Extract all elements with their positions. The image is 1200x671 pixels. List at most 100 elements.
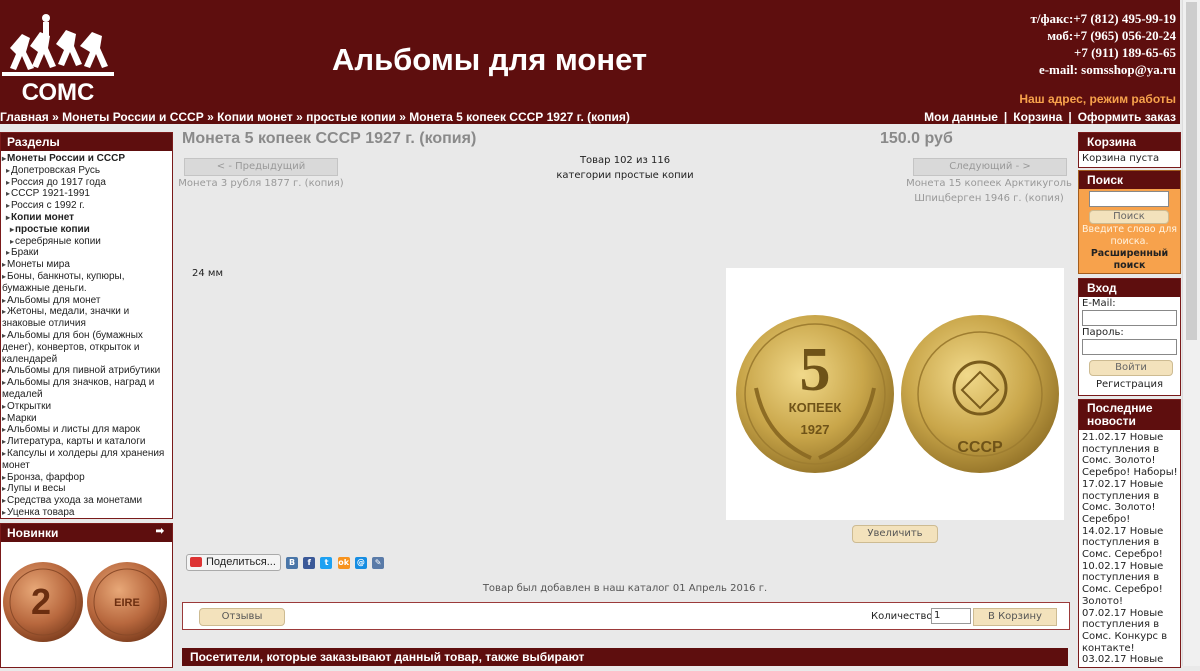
news-item[interactable]: 10.02.17 Новые поступления в Сомс. Сереб… (1082, 561, 1178, 608)
checkout-link[interactable]: Оформить заказ (1078, 110, 1176, 124)
coin-size: 24 мм (192, 268, 223, 279)
svg-text:EIRE: EIRE (114, 597, 140, 609)
contact-info: т/факс:+7 (812) 495-99-19 моб:+7 (965) 0… (1031, 10, 1176, 78)
search-title: Поиск (1079, 171, 1180, 189)
share-button[interactable]: Поделиться... (186, 554, 281, 571)
next-product-caption[interactable]: Монета 15 копеек Арктикуголь Шпицберген … (904, 176, 1074, 206)
breadcrumb-coins-russia[interactable]: Монеты России и СССР (62, 110, 204, 124)
address-link[interactable]: Наш адрес, режим работы (1019, 92, 1176, 106)
breadcrumb-home[interactable]: Главная (0, 110, 49, 124)
search-button[interactable]: Поиск (1089, 210, 1169, 224)
category-item[interactable]: Бронза, фарфор (2, 472, 172, 484)
counter-line: Товар 102 из 116 (579, 155, 671, 166)
news-item[interactable]: 21.02.17 Новые поступления в Сомс. Золот… (1082, 432, 1178, 479)
news-item[interactable]: 07.02.17 Новые поступления в Сомс. Конку… (1082, 608, 1178, 655)
vk-icon[interactable]: В (286, 556, 299, 569)
category-item[interactable]: СССР 1921-1991 (2, 188, 172, 200)
mailru-icon[interactable]: @ (354, 556, 367, 569)
category-item[interactable]: Средства ухода за монетами (2, 495, 172, 507)
news-list: 21.02.17 Новые поступления в Сомс. Золот… (1079, 430, 1180, 667)
category-item[interactable]: Альбомы для бон (бумажных денег), конвер… (2, 330, 172, 365)
product-photo[interactable]: 5 КОПЕЕК 1927 СССР (726, 268, 1064, 520)
previous-button[interactable]: < - Предыдущий (184, 158, 338, 176)
cart-box: Корзина Корзина пуста (1078, 132, 1181, 168)
svg-text:СОМС: СОМС (22, 79, 95, 104)
breadcrumb-current[interactable]: Монета 5 копеек СССР 1927 г. (копия) (409, 110, 630, 124)
quantity-input[interactable]: 1 (931, 608, 971, 624)
product-main: Монета 5 копеек СССР 1927 г. (копия) 150… (178, 130, 1072, 666)
reviews-button[interactable]: Отзывы (199, 608, 285, 626)
share-icon (190, 557, 202, 568)
email-field[interactable] (1082, 310, 1177, 326)
enlarge-button[interactable]: Увеличить (852, 525, 938, 543)
category-item[interactable]: Допетровская Русь (2, 165, 172, 177)
product-counter: Товар 102 из 116 категории простые копии (510, 153, 740, 183)
cart-link[interactable]: Корзина (1013, 110, 1062, 124)
facebook-icon[interactable]: f (303, 556, 316, 569)
sections-title: Разделы (1, 133, 172, 151)
category-item[interactable]: Монеты России и СССР (2, 153, 172, 165)
added-date: Товар был добавлен в наш каталог 01 Апре… (482, 583, 768, 594)
register-link[interactable]: Регистрация (1079, 379, 1180, 390)
category-item[interactable]: Открытки (2, 401, 172, 413)
sections-box: Разделы Монеты России и СССРДопетровская… (0, 132, 173, 519)
login-title: Вход (1079, 279, 1180, 297)
news-title: Последние новости (1079, 400, 1180, 430)
category-item[interactable]: Копии монет (2, 212, 172, 224)
svg-text:КОПЕЕК: КОПЕЕК (789, 400, 842, 415)
category-item[interactable]: Россия до 1917 года (2, 177, 172, 189)
breadcrumb-separator: » (395, 110, 410, 124)
category-item[interactable]: Марки (2, 413, 172, 425)
cart-status: Корзина пуста (1082, 153, 1160, 164)
add-to-cart-bar: Отзывы Количество: 1 В Корзину (182, 602, 1070, 630)
arrow-right-icon[interactable]: ➡ (156, 526, 164, 537)
category-item[interactable]: Уценка товара (2, 507, 172, 519)
category-item[interactable]: простые копии (2, 224, 172, 236)
category-item[interactable]: Монеты мира (2, 259, 172, 271)
cart-title[interactable]: Корзина (1079, 133, 1180, 151)
add-to-cart-button[interactable]: В Корзину (973, 608, 1057, 626)
novelty-coins-image[interactable]: 2 EIRE (1, 542, 169, 668)
twitter-icon[interactable]: t (320, 556, 333, 569)
advanced-search-link[interactable]: Расширенный поиск (1081, 248, 1178, 272)
user-links: Мои данные | Корзина | Оформить заказ (924, 110, 1176, 124)
site-logo[interactable]: СОМС (0, 8, 120, 106)
product-price: 150.0 руб (880, 130, 953, 147)
scrollbar-thumb[interactable] (1186, 2, 1197, 340)
category-item[interactable]: Капсулы и холдеры для хранения монет (2, 448, 172, 472)
category-item[interactable]: серебряные копии (2, 236, 172, 248)
category-item[interactable]: Лупы и весы (2, 483, 172, 495)
coin-photo: 5 КОПЕЕК 1927 СССР (736, 315, 1059, 473)
page-scrollbar[interactable] (1182, 0, 1200, 666)
category-item[interactable]: Альбомы для пивной атрибутики (2, 365, 172, 377)
breadcrumb-separator: » (203, 110, 218, 124)
breadcrumb-copies[interactable]: Копии монет (217, 110, 293, 124)
search-input[interactable] (1089, 191, 1169, 207)
share-widget: Поделиться... В f t ok @ ✎ (186, 554, 385, 571)
category-item[interactable]: Россия с 1992 г. (2, 200, 172, 212)
site-header: СОМС Альбомы для монет т/факс:+7 (812) 4… (0, 0, 1180, 110)
category-item[interactable]: Альбомы для значков, наград и медалей (2, 377, 172, 401)
svg-text:1927: 1927 (801, 422, 830, 437)
also-bought-header: Посетители, которые заказывают данный то… (182, 648, 1068, 666)
login-button[interactable]: Войти (1089, 360, 1173, 376)
contact-email[interactable]: e-mail: somsshop@ya.ru (1031, 61, 1176, 78)
category-item[interactable]: Альбомы для монет (2, 295, 172, 307)
livejournal-icon[interactable]: ✎ (372, 556, 385, 569)
category-item[interactable]: Боны, банкноты, купюры, бумажные деньги. (2, 271, 172, 295)
breadcrumb-simple-copies[interactable]: простые копии (306, 110, 396, 124)
quantity-label: Количество: (871, 611, 936, 622)
password-field[interactable] (1082, 339, 1177, 355)
category-item[interactable]: Альбомы и листы для марок (2, 424, 172, 436)
category-item[interactable]: Литература, карты и каталоги (2, 436, 172, 448)
next-button[interactable]: Следующий - > (913, 158, 1067, 176)
previous-product-caption[interactable]: Монета 3 рубля 1877 г. (копия) (176, 176, 346, 191)
category-item[interactable]: Браки (2, 247, 172, 259)
category-item[interactable]: Жетоны, медали, значки и знаковые отличи… (2, 306, 172, 330)
news-item[interactable]: 17.02.17 Новые поступления в Сомс. Золот… (1082, 479, 1178, 526)
chariot-logo-icon: СОМС (2, 14, 114, 106)
news-item[interactable]: 14.02.17 Новые поступления в Сомс. Сереб… (1082, 526, 1178, 561)
share-label: Поделиться... (206, 556, 276, 568)
my-data-link[interactable]: Мои данные (924, 110, 998, 124)
odnoklassniki-icon[interactable]: ok (337, 556, 350, 569)
